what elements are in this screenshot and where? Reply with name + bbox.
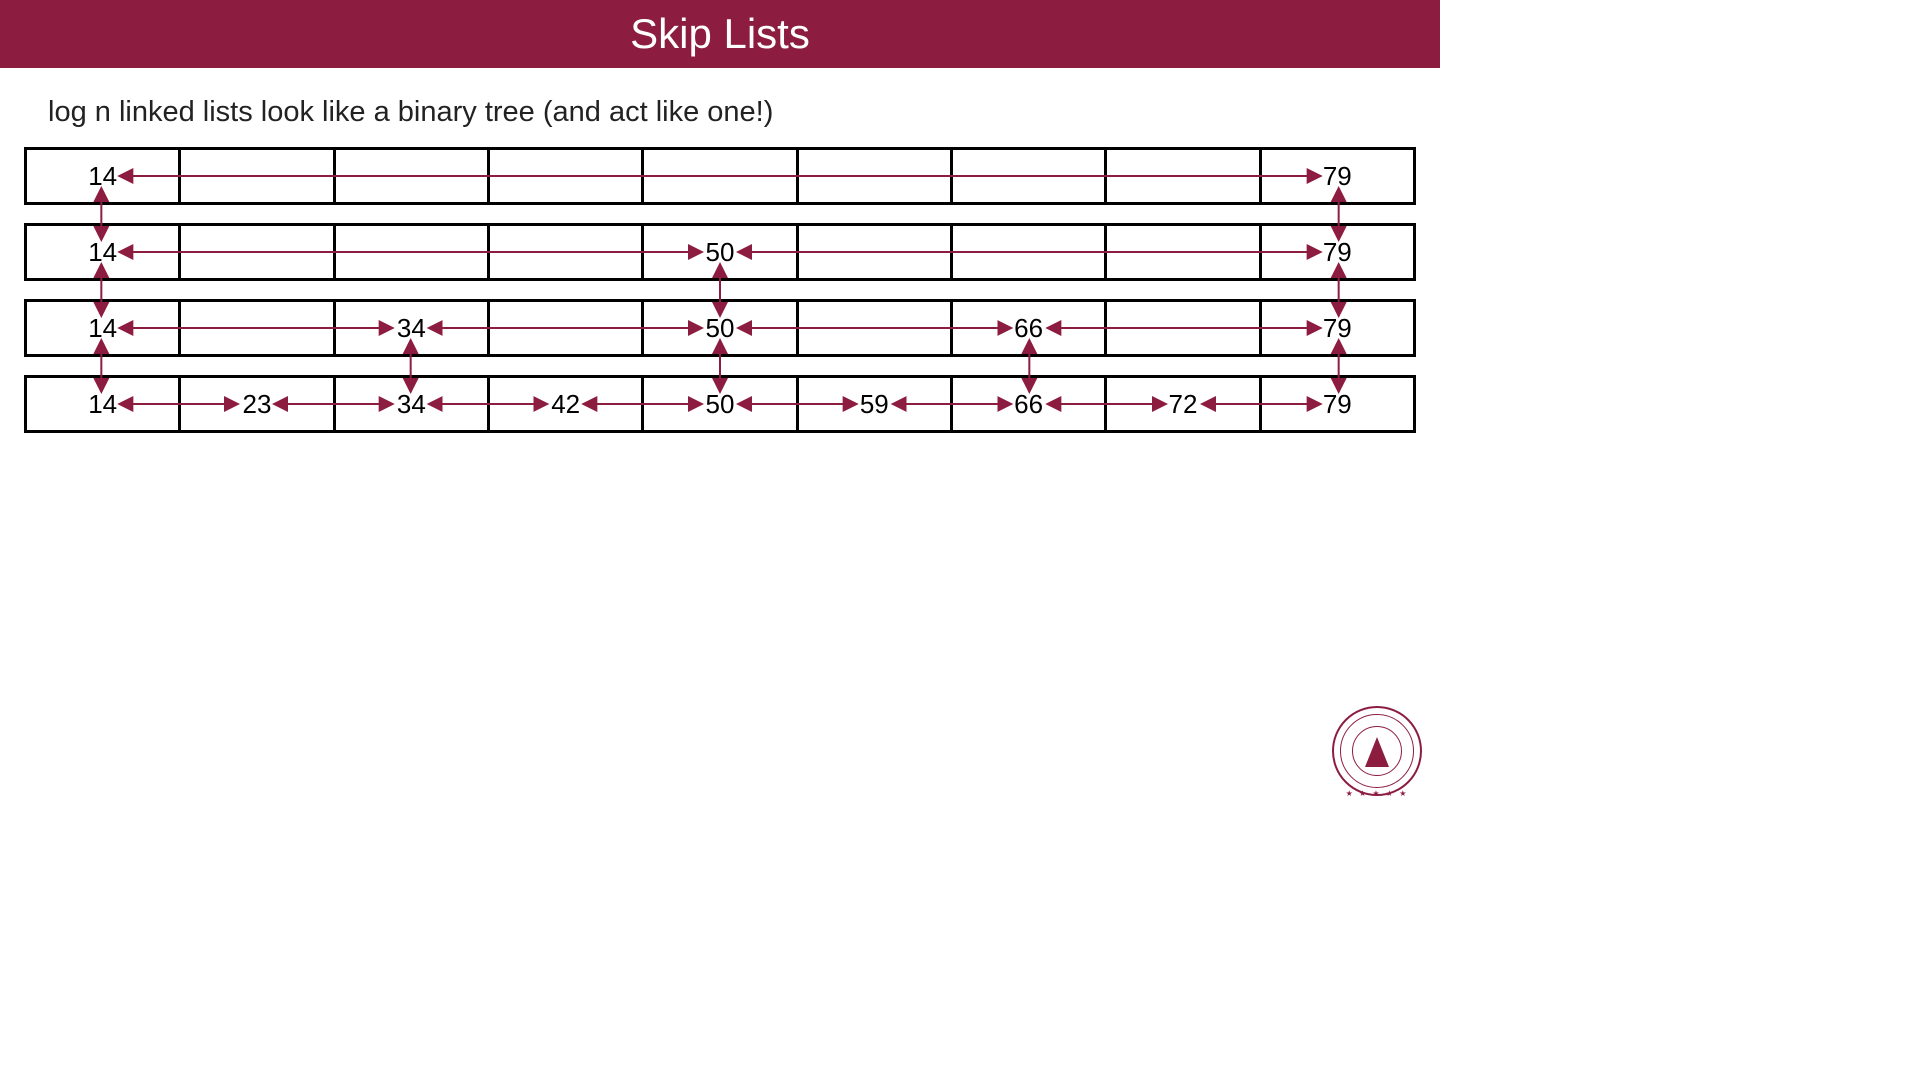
- skiplist-diagram: 14791450791434506679142334425059667279: [24, 147, 1416, 433]
- slide-subtitle: log n linked lists look like a binary tr…: [48, 96, 1440, 129]
- skiplist-cell: [799, 150, 953, 202]
- slide-title: Skip Lists: [630, 10, 810, 58]
- skiplist-cell: [1107, 226, 1261, 278]
- skiplist-cell: 14: [27, 302, 181, 354]
- skiplist-cell: [1107, 150, 1261, 202]
- skiplist-level-0: 14 79: [24, 147, 1416, 205]
- skiplist-cell: [181, 226, 335, 278]
- skiplist-level-3: 142334425059667279: [24, 375, 1416, 433]
- skiplist-cell: [181, 302, 335, 354]
- skiplist-cell: [799, 302, 953, 354]
- skiplist-cell: [490, 302, 644, 354]
- skiplist-cell: 14: [27, 150, 181, 202]
- skiplist-cell: [1107, 302, 1261, 354]
- skiplist-cell: 66: [953, 378, 1107, 430]
- skiplist-cell: [181, 150, 335, 202]
- skiplist-cell: 50: [644, 226, 798, 278]
- skiplist-cell: 59: [799, 378, 953, 430]
- skiplist-cell: 72: [1107, 378, 1261, 430]
- skiplist-cell: 14: [27, 378, 181, 430]
- skiplist-cell: 79: [1262, 226, 1413, 278]
- skiplist-cell: 79: [1262, 302, 1413, 354]
- skiplist-cell: 50: [644, 302, 798, 354]
- skiplist-cell: 14: [27, 226, 181, 278]
- skiplist-cell: [953, 150, 1107, 202]
- skiplist-cell: [336, 150, 490, 202]
- skiplist-cell: 79: [1262, 378, 1413, 430]
- skiplist-level-1: 14 50 79: [24, 223, 1416, 281]
- skiplist-level-2: 14 34 50 66 79: [24, 299, 1416, 357]
- skiplist-cell: 66: [953, 302, 1107, 354]
- skiplist-cell: 34: [336, 302, 490, 354]
- stanford-seal-icon: ★ ★ ★ ★ ★: [1332, 706, 1422, 796]
- skiplist-cell: [490, 226, 644, 278]
- skiplist-cell: 42: [490, 378, 644, 430]
- skiplist-cell: [336, 226, 490, 278]
- skiplist-cell: 50: [644, 378, 798, 430]
- skiplist-cell: [490, 150, 644, 202]
- slide-title-bar: Skip Lists: [0, 0, 1440, 68]
- skiplist-cell: [953, 226, 1107, 278]
- skiplist-cell: 34: [336, 378, 490, 430]
- skiplist-cell: [799, 226, 953, 278]
- skiplist-cell: [644, 150, 798, 202]
- skiplist-cell: 79: [1262, 150, 1413, 202]
- skiplist-cell: 23: [181, 378, 335, 430]
